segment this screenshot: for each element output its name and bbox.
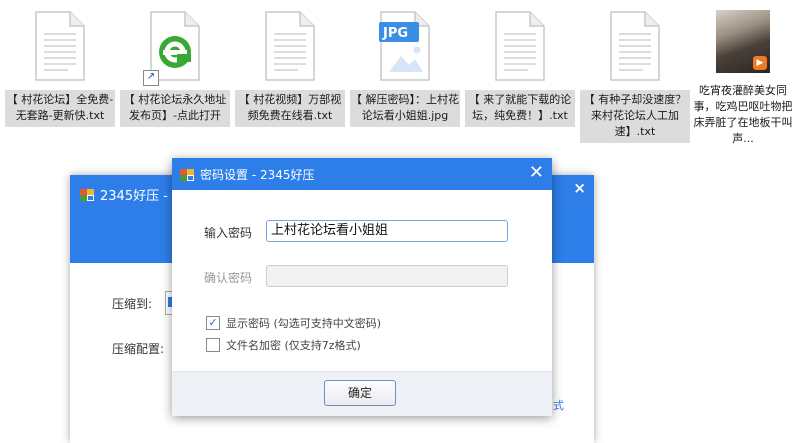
compress-to-label: 压缩到: (112, 297, 153, 311)
file-label: 【 解压密码】：上村花论坛看小姐姐.jpg (350, 90, 460, 127)
show-password-checkbox[interactable]: ✓ (206, 316, 220, 330)
encrypt-filenames-option[interactable]: 文件名加密 (仅支持7z格式) (206, 337, 361, 353)
password-input[interactable]: 上村花论坛看小姐姐 (266, 220, 508, 242)
haozip-app-icon (180, 168, 194, 181)
confirm-password-input[interactable] (266, 265, 508, 287)
show-password-option[interactable]: ✓ 显示密码 (勾选可支持中文密码) (206, 315, 381, 331)
jpg-badge-text: JPG (383, 26, 409, 41)
desktop-file-6[interactable]: 【 有种子却没速度？来村花论坛人工加速】.txt (579, 0, 691, 150)
dialog-titlebar[interactable]: 密码设置 - 2345好压 ✕ (172, 158, 552, 190)
dialog-close-button[interactable]: ✕ (529, 162, 544, 184)
desktop-file-7[interactable]: ▶ 吃宵夜灌醉美女同事，吃鸡巴呕吐物把床弄脏了在地板干叫声... (690, 0, 796, 150)
video-thumbnail-icon: ▶ (716, 10, 770, 73)
desktop-file-3[interactable]: 【 村花视频】万部视频免费在线看.txt (234, 0, 346, 150)
file-label: 【 来了就能下载的论坛，纯免费！】.txt (465, 90, 575, 127)
main-window-title: 2345好压 - (100, 189, 168, 204)
encrypt-filenames-checkbox[interactable] (206, 338, 220, 352)
desktop-file-1[interactable]: 【 村花论坛】全免费-无套路-更新快.txt (4, 0, 116, 150)
password-label: 输入密码 (204, 226, 253, 240)
format-link[interactable]: 式 (553, 397, 564, 413)
file-label: 【 村花论坛】全免费-无套路-更新快.txt (5, 90, 115, 127)
text-file-icon (492, 10, 548, 82)
text-file-icon (607, 10, 663, 82)
file-label: 【 村花视频】万部视频免费在线看.txt (235, 90, 345, 127)
shortcut-arrow-icon: ↗ (143, 70, 159, 86)
text-file-icon (32, 10, 88, 82)
desktop-file-4[interactable]: JPG 【 解压密码】：上村花论坛看小姐姐.jpg (349, 0, 461, 150)
password-settings-dialog: 密码设置 - 2345好压 ✕ 输入密码 上村花论坛看小姐姐 确认密码 ✓ 显示… (172, 158, 552, 416)
desktop-file-2[interactable]: ↗ 【 村花论坛永久地址发布页】-点此打开 (119, 0, 231, 150)
desktop-file-5[interactable]: 【 来了就能下载的论坛，纯免费！】.txt (464, 0, 576, 150)
confirm-password-label: 确认密码 (204, 271, 253, 285)
jpg-file-icon: JPG (377, 10, 433, 82)
ok-button[interactable]: 确定 (324, 380, 396, 406)
dialog-footer: 确定 (172, 371, 552, 416)
encrypt-filenames-label: 文件名加密 (仅支持7z格式) (226, 339, 361, 352)
compress-config-label: 压缩配置: (112, 342, 165, 356)
dialog-title: 密码设置 - 2345好压 (200, 168, 315, 182)
show-password-label: 显示密码 (勾选可支持中文密码) (226, 317, 382, 330)
main-window-close-button[interactable]: × (573, 179, 586, 197)
file-label: 【 村花论坛永久地址发布页】-点此打开 (120, 90, 230, 127)
file-label: 【 有种子却没速度？来村花论坛人工加速】.txt (580, 90, 690, 143)
text-file-icon (262, 10, 318, 82)
file-label: 吃宵夜灌醉美女同事，吃鸡巴呕吐物把床弄脏了在地板干叫声... (693, 84, 793, 145)
play-badge-icon: ▶ (753, 56, 767, 70)
ie-browser-shortcut-icon: ↗ (143, 10, 203, 86)
haozip-app-icon (80, 188, 94, 201)
